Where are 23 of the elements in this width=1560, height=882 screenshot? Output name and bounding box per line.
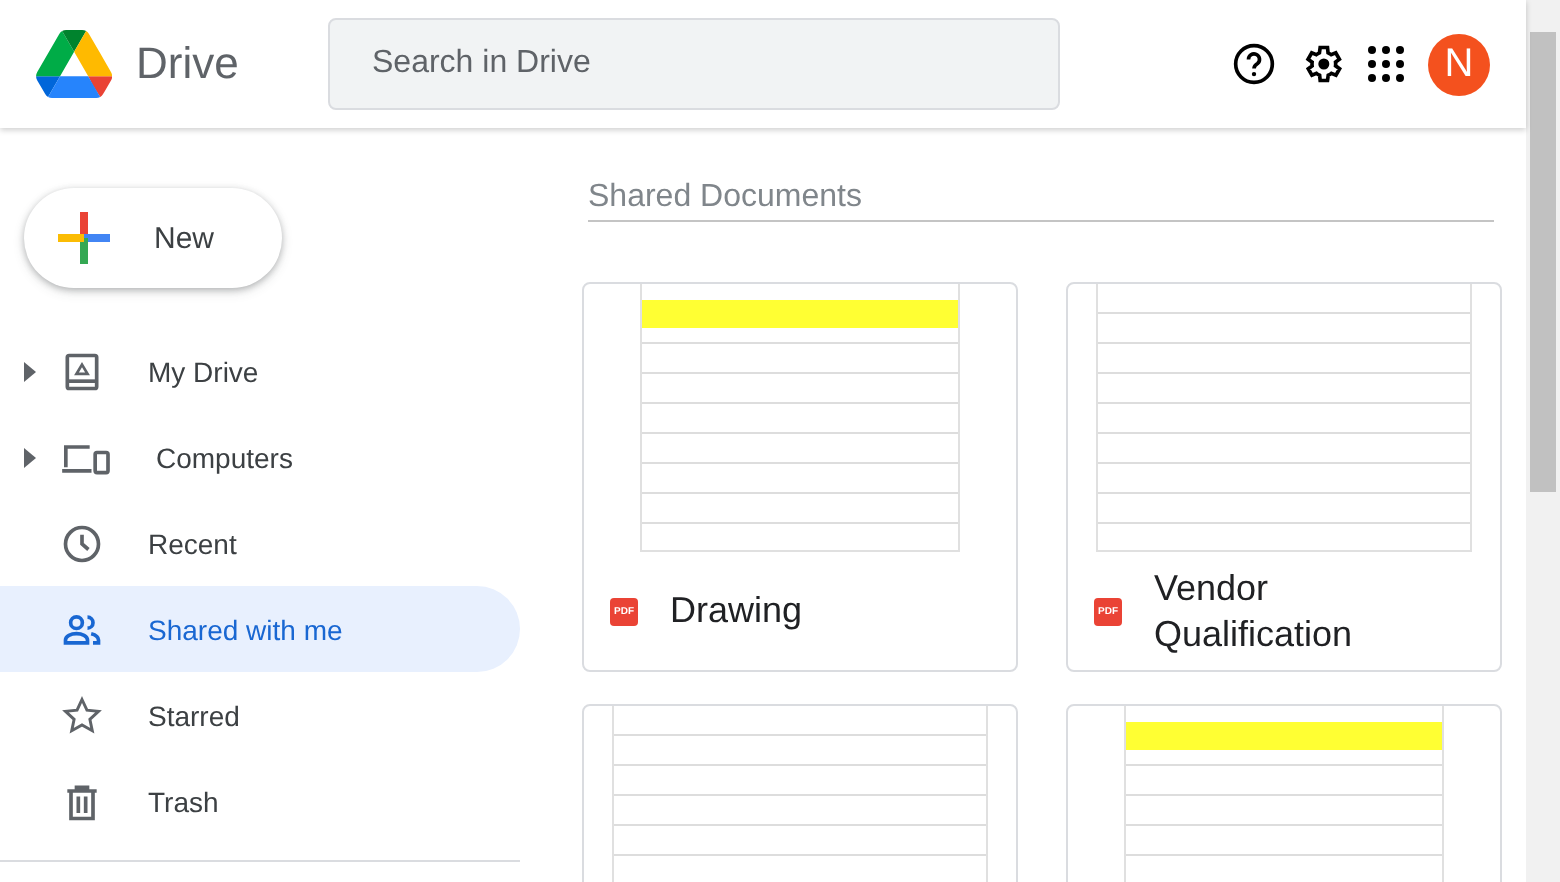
file-title: Vendor Qualification xyxy=(1154,565,1355,657)
expand-caret-icon[interactable] xyxy=(24,447,36,467)
star-icon xyxy=(60,693,104,737)
plus-icon xyxy=(58,212,110,264)
section-heading: Shared Documents xyxy=(588,180,1494,222)
file-title: Drawing xyxy=(670,588,803,634)
new-button[interactable]: New xyxy=(24,188,282,288)
help-icon[interactable] xyxy=(1232,42,1276,86)
app-name: Drive xyxy=(136,38,241,90)
drive-logo-icon xyxy=(36,30,112,98)
expand-caret-icon[interactable] xyxy=(24,361,36,381)
clock-icon xyxy=(60,521,104,565)
drive-icon xyxy=(60,349,104,393)
scrollbar[interactable] xyxy=(1526,0,1560,882)
apps-grid-icon[interactable] xyxy=(1368,46,1404,82)
nav-item[interactable]: Starred xyxy=(0,672,520,758)
nav-item[interactable]: My Drive xyxy=(0,328,520,414)
nav-item[interactable]: Shared with me xyxy=(0,586,520,672)
nav-item[interactable]: Recent xyxy=(0,500,520,586)
nav-item[interactable]: Computers xyxy=(0,414,520,500)
settings-icon[interactable] xyxy=(1300,42,1344,86)
nav-item[interactable]: Trash xyxy=(0,758,520,844)
search-field[interactable]: Search in Drive xyxy=(328,18,1060,110)
